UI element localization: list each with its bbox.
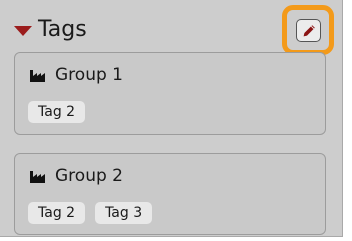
tag-list: Tag 2 Tag 3 (28, 202, 153, 224)
group-header: Group 1 (30, 67, 123, 84)
group-card: Group 1 Tag 2 (14, 52, 326, 135)
tags-panel-header[interactable]: Tags (14, 13, 87, 47)
factory-icon (30, 171, 45, 183)
caret-down-icon[interactable] (14, 26, 32, 36)
group-card: Group 2 Tag 2 Tag 3 (14, 153, 326, 235)
tag-list: Tag 2 (28, 101, 86, 123)
tag-chip[interactable]: Tag 2 (28, 101, 86, 123)
pencil-icon (303, 24, 315, 36)
group-label: Group 2 (55, 166, 123, 186)
tag-chip[interactable]: Tag 3 (95, 202, 153, 224)
tag-chip[interactable]: Tag 2 (28, 202, 86, 224)
panel-title: Tags (38, 17, 87, 42)
group-header: Group 2 (30, 168, 123, 185)
edit-button-highlight (282, 5, 334, 55)
group-label: Group 1 (55, 65, 123, 85)
factory-icon (30, 70, 45, 82)
edit-button[interactable] (296, 19, 321, 42)
tags-panel: Tags Group 1 Tag 2 Group 2 Tag 2 Tag 3 (0, 0, 343, 237)
